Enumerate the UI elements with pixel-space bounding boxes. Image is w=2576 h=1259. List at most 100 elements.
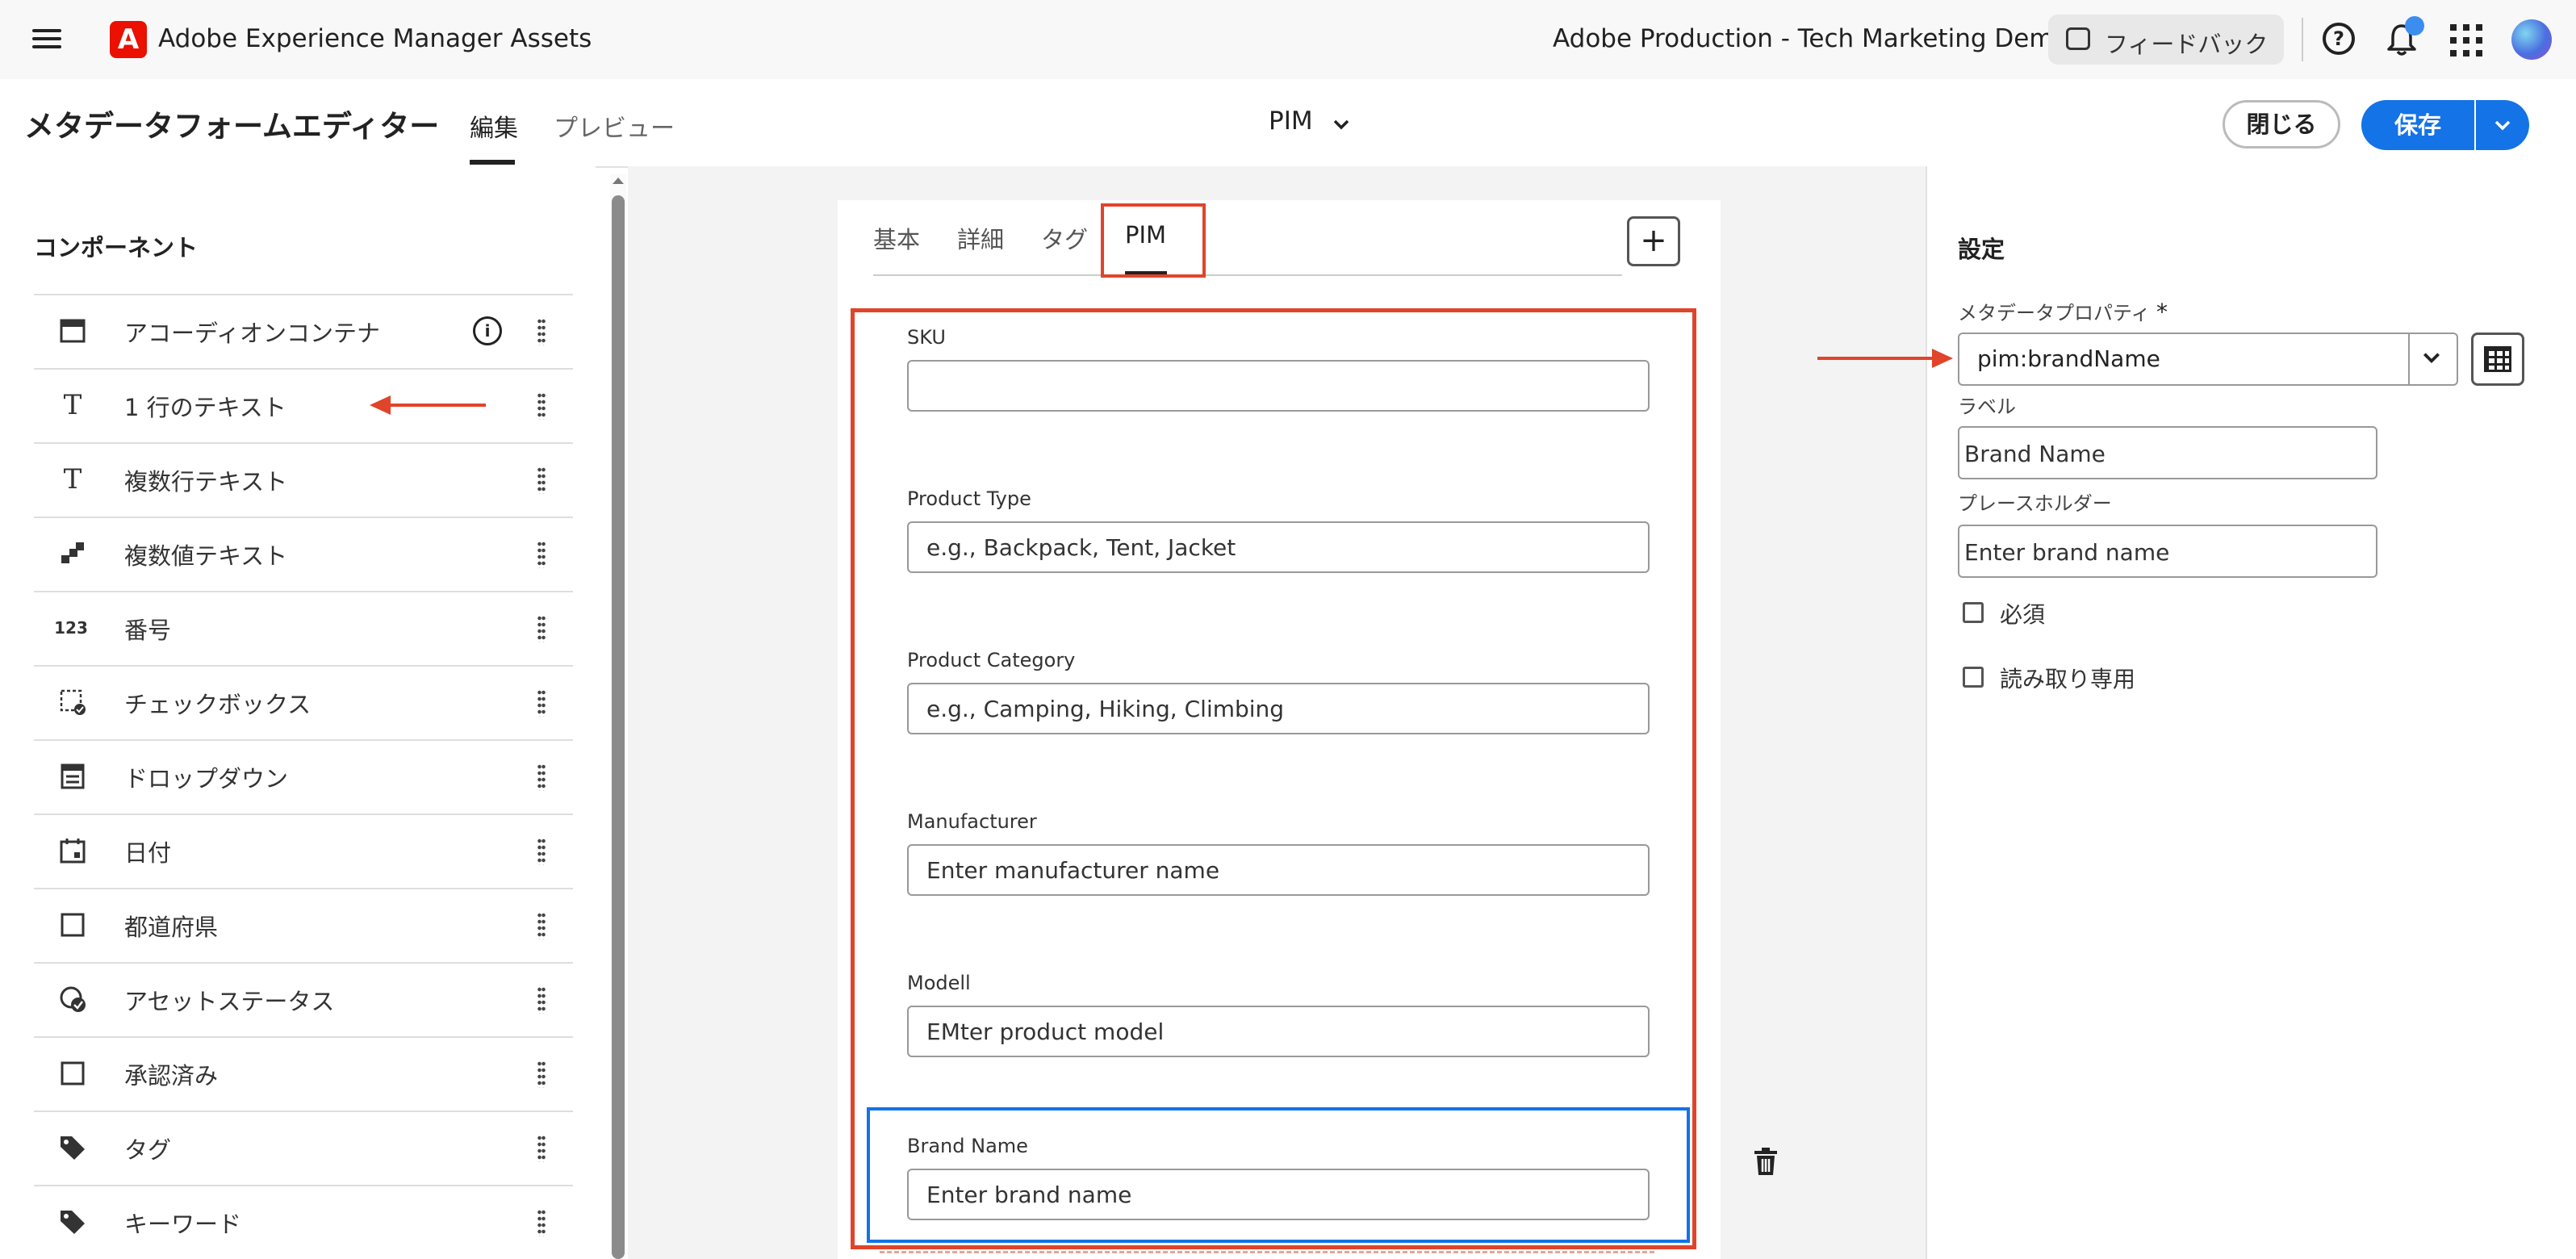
field-label-model: Modell	[907, 972, 971, 994]
metadata-property-combobox[interactable]: pim:brandName	[1958, 333, 2458, 386]
feedback-icon	[2066, 27, 2090, 50]
component-label: ドロップダウン	[124, 765, 289, 793]
placeholder-input[interactable]: Enter brand name	[1958, 525, 2377, 578]
readonly-checkbox[interactable]	[1963, 667, 1984, 688]
feedback-button[interactable]: フィードバック	[2048, 15, 2284, 65]
product-category-input[interactable]: e.g., Camping, Hiking, Climbing	[907, 683, 1650, 734]
save-button[interactable]: 保存	[2361, 100, 2474, 150]
component-dropdown[interactable]: ドロップダウン	[34, 739, 573, 814]
drag-handle-icon[interactable]	[537, 1209, 546, 1236]
input-placeholder: Enter brand name	[926, 1182, 1132, 1208]
text-icon: T	[63, 389, 82, 421]
component-tag[interactable]: タグ	[34, 1111, 573, 1185]
brand-name-input[interactable]: Enter brand name	[907, 1169, 1650, 1220]
drag-handle-icon[interactable]	[537, 986, 546, 1014]
drag-handle-icon[interactable]	[537, 1135, 546, 1162]
form-tab-tags[interactable]: タグ	[1041, 221, 1088, 255]
component-accordion[interactable]: アコーディオンコンテナ i	[34, 294, 573, 368]
dropdown-icon	[61, 763, 85, 789]
component-number[interactable]: 123 番号	[34, 591, 573, 665]
annotation-highlight	[1101, 203, 1206, 278]
accordion-icon	[60, 319, 86, 343]
settings-heading: 設定	[1958, 236, 2005, 263]
number-icon: 123	[54, 618, 88, 638]
schema-browser-button[interactable]	[2471, 333, 2524, 386]
square-icon	[61, 1061, 85, 1085]
component-label: チェックボックス	[124, 691, 312, 718]
component-single-line-text[interactable]: T 1 行のテキスト	[34, 368, 573, 442]
tab-edit[interactable]: 編集	[470, 108, 518, 144]
org-switcher[interactable]: Adobe Production - Tech Marketing Demos	[1553, 24, 2082, 53]
tab-preview[interactable]: プレビュー	[554, 108, 675, 144]
chevron-down-icon[interactable]	[1332, 115, 1351, 134]
drag-handle-icon[interactable]	[537, 466, 546, 494]
help-icon[interactable]: ?	[2323, 23, 2355, 55]
field-label-product-type: Product Type	[907, 487, 1031, 510]
required-marker: *	[2156, 299, 2168, 325]
notification-badge	[2405, 16, 2424, 36]
model-input[interactable]: EMter product model	[907, 1006, 1650, 1057]
form-selector[interactable]: PIM	[1269, 107, 1313, 136]
form-tab-details[interactable]: 詳細	[957, 221, 1004, 255]
avatar[interactable]	[2511, 19, 2552, 60]
component-label: アコーディオンコンテナ	[124, 320, 380, 347]
apps-grid-icon[interactable]	[2450, 24, 2482, 56]
component-label: キーワード	[124, 1211, 242, 1238]
component-prefecture[interactable]: 都道府県	[34, 888, 573, 962]
component-checkbox[interactable]: チェックボックス	[34, 665, 573, 739]
field-label-manufacturer: Manufacturer	[907, 810, 1037, 833]
required-checkbox-label: 必須	[2000, 601, 2046, 628]
active-tab-indicator	[470, 160, 515, 165]
readonly-checkbox-label: 読み取り専用	[2000, 666, 2136, 692]
component-label: 複数値テキスト	[124, 542, 288, 570]
drag-handle-icon[interactable]	[537, 838, 546, 865]
sku-input[interactable]	[907, 360, 1650, 412]
drag-handle-icon[interactable]	[537, 318, 546, 345]
scroll-up-icon[interactable]	[610, 174, 626, 186]
component-label: 番号	[124, 617, 172, 644]
drag-handle-icon[interactable]	[537, 689, 546, 717]
drag-handle-icon[interactable]	[537, 763, 546, 791]
adobe-logo: A	[110, 21, 147, 58]
label-field-label: ラベル	[1958, 395, 2016, 418]
label-input-value: Brand Name	[1964, 441, 2106, 467]
component-label: 複数行テキスト	[124, 468, 288, 496]
info-icon[interactable]: i	[473, 316, 502, 345]
divider	[2408, 334, 2410, 384]
input-placeholder: e.g., Backpack, Tent, Jacket	[926, 534, 1236, 561]
annotation-arrow	[387, 404, 486, 407]
component-date[interactable]: 日付	[34, 814, 573, 888]
field-label-sku: SKU	[907, 326, 946, 349]
required-checkbox[interactable]	[1963, 602, 1984, 623]
add-tab-button[interactable]: +	[1627, 216, 1680, 266]
tag-icon	[61, 1211, 85, 1234]
drag-handle-icon[interactable]	[537, 392, 546, 420]
component-label: 都道府県	[124, 914, 219, 941]
drag-handle-icon[interactable]	[537, 1060, 546, 1088]
tag-icon	[61, 1136, 85, 1160]
chevron-down-icon[interactable]	[2421, 347, 2442, 368]
annotation-arrow	[1817, 357, 1934, 360]
component-keyword[interactable]: キーワード	[34, 1185, 573, 1259]
drag-handle-icon[interactable]	[537, 541, 546, 568]
close-button[interactable]: 閉じる	[2223, 100, 2340, 148]
manufacturer-input[interactable]: Enter manufacturer name	[907, 844, 1650, 896]
label-input[interactable]: Brand Name	[1958, 426, 2377, 479]
component-label: アセットステータス	[124, 988, 335, 1015]
drag-handle-icon[interactable]	[537, 912, 546, 939]
trash-icon[interactable]	[1753, 1146, 1779, 1177]
form-tab-basic[interactable]: 基本	[873, 221, 920, 255]
hamburger-menu-icon[interactable]	[32, 24, 61, 53]
square-icon	[61, 913, 85, 937]
scrollbar-thumb[interactable]	[612, 195, 625, 1259]
save-options-button[interactable]	[2476, 100, 2529, 150]
status-icon	[60, 986, 86, 1012]
component-approved[interactable]: 承認済み	[34, 1036, 573, 1111]
component-multi-value-text[interactable]: 複数値テキスト	[34, 517, 573, 591]
product-type-input[interactable]: e.g., Backpack, Tent, Jacket	[907, 521, 1650, 573]
drag-handle-icon[interactable]	[537, 615, 546, 642]
component-asset-status[interactable]: アセットステータス	[34, 962, 573, 1036]
field-label-brand-name: Brand Name	[907, 1135, 1028, 1157]
component-multi-line-text[interactable]: T 複数行テキスト	[34, 442, 573, 517]
annotation-arrow-head	[1932, 349, 1953, 368]
